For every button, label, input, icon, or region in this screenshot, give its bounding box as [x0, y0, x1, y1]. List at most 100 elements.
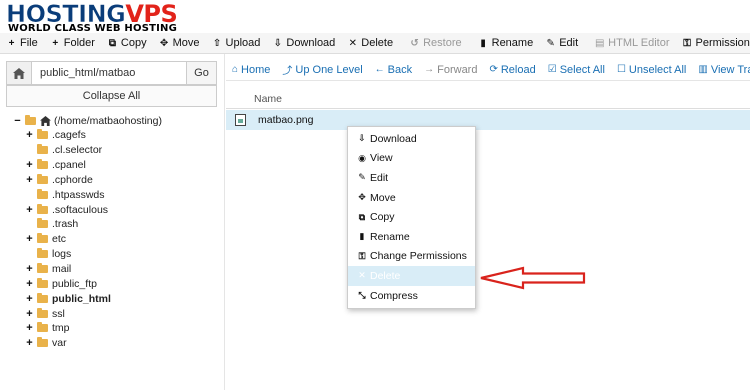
expand-toggle-icon[interactable]: +	[25, 337, 34, 349]
tree-item-label: mail	[52, 263, 72, 275]
image-file-icon	[235, 114, 246, 126]
toolbar-label: Upload	[225, 37, 261, 49]
path-input[interactable]	[32, 61, 187, 85]
path-bar: Go	[6, 61, 217, 85]
tree-item[interactable]: .trash	[25, 217, 78, 232]
tree-item-label: etc	[52, 233, 67, 246]
change-permissions-icon: ⚿	[358, 250, 366, 261]
nav-label: Select All	[559, 63, 605, 76]
tree-item-label: tmp	[52, 322, 70, 335]
permissions-button[interactable]: ⚿ Permissions	[676, 33, 750, 53]
html-editor-button[interactable]: ▤ HTML Editor	[588, 33, 675, 53]
expand-toggle-icon[interactable]: +	[25, 204, 34, 216]
nav-label: Up One Level	[295, 63, 363, 76]
expand-toggle-icon[interactable]: +	[25, 278, 34, 290]
tree-item[interactable]: logs	[25, 247, 71, 262]
folder-icon	[37, 277, 48, 288]
tree-item[interactable]: − (/home/matbaohosting)	[13, 113, 162, 128]
unselect-all-button[interactable]: ☐ Unselect All	[611, 59, 692, 80]
ctx-download[interactable]: ⇩ Download	[348, 129, 475, 149]
select-all-button[interactable]: ☑ Select All	[542, 59, 611, 80]
tree-item[interactable]: + ssl	[25, 306, 65, 321]
tree-item-label: .cl.selector	[52, 144, 103, 157]
tree-item[interactable]: + .cagefs	[25, 128, 86, 143]
tree-item-label: .softaculous	[52, 203, 109, 216]
back-button[interactable]: ← Back	[369, 59, 418, 80]
rename-icon: ▮	[359, 231, 365, 242]
home-nav-button[interactable]: ⌂ Home	[226, 59, 276, 80]
reload-button[interactable]: ⟳ Reload	[483, 59, 541, 80]
download-button[interactable]: ⇩ Download	[266, 33, 341, 53]
delete-button[interactable]: ✕ Delete	[341, 33, 399, 53]
delete-icon: ✕	[358, 270, 366, 281]
edit-button[interactable]: ✎ Edit	[539, 33, 584, 53]
copy-button[interactable]: ⧉ Copy	[101, 33, 153, 53]
up-one-level-button[interactable]: ⤴ Up One Level	[276, 59, 368, 80]
tree-item[interactable]: + .softaculous	[25, 202, 108, 217]
nav-label: Reload	[500, 63, 536, 76]
expand-toggle-icon[interactable]: +	[25, 322, 34, 334]
folder-icon	[37, 173, 48, 184]
ctx-compress[interactable]: ⤡ Compress	[348, 286, 475, 306]
tree-item[interactable]: + .cphorde	[25, 172, 93, 187]
tree-item[interactable]: + .cpanel	[25, 158, 86, 173]
restore-button[interactable]: ↺ Restore	[403, 33, 468, 53]
expand-toggle-icon[interactable]: +	[25, 174, 34, 186]
table-row[interactable]: matbao.png	[226, 110, 750, 130]
ctx-move[interactable]: ✥ Move	[348, 188, 475, 208]
tree-item[interactable]: + tmp	[25, 321, 70, 336]
move-button[interactable]: ✥ Move	[153, 33, 206, 53]
new-folder-button[interactable]: + Folder	[44, 33, 101, 53]
context-menu: ⇩ Download ◉ View ✎ Edit ✥ Move ⧉ Copy ▮ Rename ⚿ Cha…	[347, 126, 476, 309]
tree-item-label: public_ftp	[52, 277, 97, 290]
folder-icon	[37, 129, 48, 140]
toolbar-label: Copy	[120, 37, 147, 49]
nav-label: Forward	[437, 63, 478, 76]
folder-icon	[37, 233, 48, 244]
main-toolbar: + File + Folder ⧉ Copy ✥ Move ⇧ Upload ⇩ Download ✕ D…	[0, 33, 750, 54]
expand-toggle-icon[interactable]: +	[25, 129, 34, 141]
view-trash-button[interactable]: ▥View Tras	[692, 59, 750, 80]
tree-item[interactable]: + public_ftp	[25, 276, 97, 291]
folder-icon	[25, 114, 36, 125]
expand-toggle-icon[interactable]: +	[25, 159, 34, 171]
go-button[interactable]: Go	[186, 61, 217, 85]
tree-item[interactable]: + public_html	[25, 291, 111, 306]
tree-item[interactable]: + etc	[25, 232, 66, 247]
tree-item[interactable]: + mail	[25, 262, 71, 277]
ctx-copy[interactable]: ⧉ Copy	[348, 207, 475, 227]
tree-item[interactable]: .cl.selector	[25, 143, 102, 158]
collapse-toggle-icon[interactable]: −	[13, 115, 22, 127]
file-name: matbao.png	[258, 114, 314, 126]
toolbar-label: Edit	[559, 37, 579, 49]
forward-button[interactable]: → Forward	[418, 59, 483, 80]
table-header: Name	[226, 87, 750, 109]
home-directory-button[interactable]	[6, 61, 32, 85]
context-menu-label: Compress	[370, 289, 418, 302]
ctx-edit[interactable]: ✎ Edit	[348, 168, 475, 188]
toolbar-label: Move	[172, 37, 200, 49]
ctx-rename[interactable]: ▮ Rename	[348, 227, 475, 247]
collapse-all-button[interactable]: Collapse All	[6, 85, 217, 107]
html-editor-icon: ▤	[594, 37, 605, 49]
ctx-delete[interactable]: ✕ Delete	[348, 266, 475, 286]
home-icon	[13, 67, 25, 79]
ctx-view[interactable]: ◉ View	[348, 149, 475, 169]
tree-item[interactable]: .htpasswds	[25, 187, 105, 202]
expand-toggle-icon[interactable]: +	[25, 263, 34, 275]
move-icon: ✥	[358, 192, 366, 203]
upload-button[interactable]: ⇧ Upload	[206, 33, 267, 53]
tree-item-label: (/home/matbaohosting)	[54, 114, 162, 127]
forward-icon: →	[424, 64, 435, 75]
delete-icon: ✕	[348, 37, 357, 49]
tree-item[interactable]: + var	[25, 336, 67, 351]
ctx-change-permissions[interactable]: ⚿ Change Permissions	[348, 247, 475, 267]
expand-toggle-icon[interactable]: +	[25, 293, 34, 305]
rename-button[interactable]: ▮ Rename	[472, 33, 540, 53]
toolbar-label: Restore	[423, 37, 462, 49]
nav-label: Unselect All	[628, 63, 687, 76]
new-file-button[interactable]: + File	[0, 33, 44, 53]
column-name-header[interactable]: Name	[254, 93, 282, 105]
expand-toggle-icon[interactable]: +	[25, 308, 34, 320]
expand-toggle-icon[interactable]: +	[25, 233, 34, 245]
